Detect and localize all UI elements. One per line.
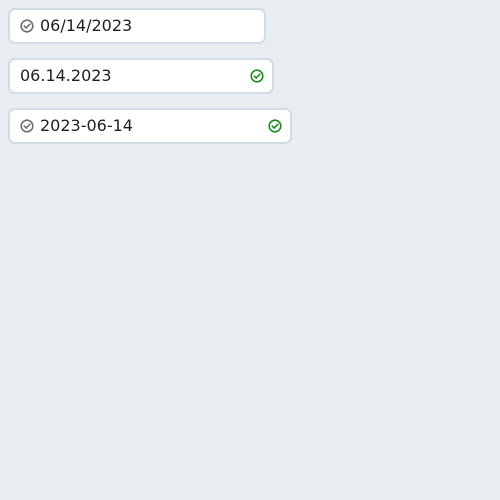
date-field-value: 06/14/2023: [40, 16, 133, 35]
check-circle-icon: [20, 119, 34, 133]
date-field-value: 2023-06-14: [40, 116, 133, 135]
date-field-iso[interactable]: 2023-06-14: [8, 108, 292, 144]
check-circle-icon: [268, 119, 282, 133]
check-circle-icon: [20, 19, 34, 33]
date-field-value: 06.14.2023: [20, 66, 112, 85]
date-field-us[interactable]: 06/14/2023: [8, 8, 266, 44]
check-circle-icon: [250, 69, 264, 83]
date-field-dotted[interactable]: 06.14.2023: [8, 58, 274, 94]
